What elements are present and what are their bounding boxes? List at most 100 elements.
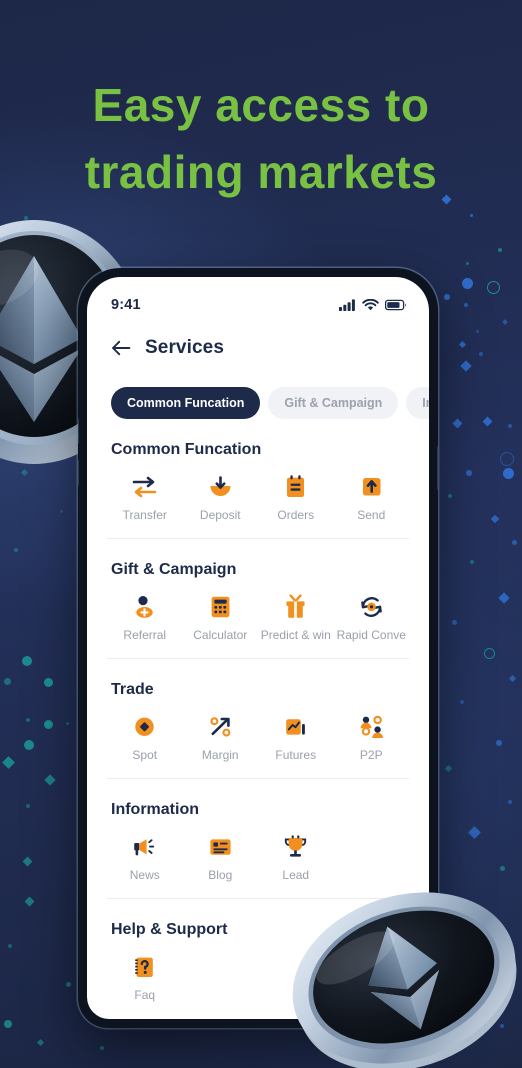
service-item-predict-win[interactable]: Predict & win (258, 593, 334, 642)
service-item-label: Deposit (199, 508, 241, 522)
decorative-dot (36, 1038, 45, 1047)
rapid-convert-icon (358, 593, 385, 621)
decorative-dot (466, 470, 472, 476)
service-item-margin[interactable]: Margin (183, 713, 259, 762)
decorative-dot (8, 944, 12, 948)
tab-gift-campaign[interactable]: Gift & Campaign (268, 387, 399, 419)
service-item-rapid-conve[interactable]: Rapid Conve (334, 593, 410, 642)
headline-line-1: Easy access to (92, 79, 430, 131)
decorative-dot (4, 678, 11, 685)
decorative-dot (444, 764, 453, 773)
decorative-dot (470, 560, 474, 564)
decorative-dot (66, 982, 71, 987)
deposit-icon (207, 473, 234, 501)
service-item-label: Spot (132, 748, 158, 762)
decorative-dot (498, 592, 510, 604)
service-item-deposit[interactable]: Deposit (183, 473, 259, 522)
service-grid: Spot Margin Futures P2P (107, 699, 409, 778)
send-icon (358, 473, 385, 501)
decorative-dot (458, 340, 467, 349)
decorative-dot (476, 330, 479, 333)
phone-power-button[interactable] (437, 446, 438, 490)
decorative-dot (503, 468, 514, 479)
service-item-faq[interactable]: Faq (107, 953, 183, 1002)
p2p-icon (358, 713, 385, 741)
decorative-dot (462, 278, 473, 289)
service-item-lead[interactable]: Lead (258, 833, 334, 882)
service-item-label: Transfer (122, 508, 167, 522)
decorative-dot (4, 1020, 12, 1028)
service-item-futures[interactable]: Futures (258, 713, 334, 762)
promo-headline: Easy access to trading markets (0, 72, 522, 206)
service-item-label: Blog (208, 868, 233, 882)
decorative-dot (464, 303, 468, 307)
decorative-dot (496, 740, 502, 746)
service-item-label: Predict & win (260, 628, 331, 642)
service-item-label: Faq (134, 988, 156, 1002)
service-item-orders[interactable]: Orders (258, 473, 334, 522)
service-item-label: Calculator (193, 628, 248, 642)
referral-icon (131, 593, 158, 621)
decorative-dot (500, 866, 505, 871)
page-header: Services (87, 323, 429, 365)
service-item-calculator[interactable]: Calculator (183, 593, 259, 642)
phone-volume-down-button[interactable] (78, 460, 79, 486)
decorative-dot (508, 424, 512, 428)
decorative-dot (14, 548, 18, 552)
tab-common-funcation[interactable]: Common Funcation (111, 387, 261, 419)
decorative-dot (508, 800, 512, 804)
decorative-dot (500, 452, 514, 466)
section-title: Information (111, 801, 199, 818)
service-item-transfer[interactable]: Transfer (107, 473, 183, 522)
decorative-dot (468, 826, 481, 839)
decorative-dot (22, 856, 33, 867)
decorative-dot (490, 514, 500, 524)
decorative-dot (452, 418, 463, 429)
decorative-dot (66, 722, 69, 725)
news-icon (131, 833, 158, 861)
decorative-dot (444, 294, 450, 300)
decorative-dot (26, 718, 30, 722)
decorative-dot (460, 360, 472, 372)
wifi-icon (362, 299, 379, 311)
service-item-label: Futures (275, 748, 317, 762)
section-common-funcation: Common Funcation Transfer Deposit Orders Sen… (87, 419, 429, 538)
decorative-dot (22, 656, 32, 666)
decorative-dot (44, 720, 53, 729)
service-item-label: Margin (201, 748, 239, 762)
tab-bar[interactable]: Common FuncationGift & Campaign Informa (87, 365, 429, 419)
decorative-dot (479, 352, 483, 356)
decorative-dot (20, 468, 29, 477)
back-arrow-icon[interactable] (111, 340, 131, 356)
phone-volume-up-button[interactable] (78, 418, 79, 444)
service-item-spot[interactable]: Spot (107, 713, 183, 762)
service-item-send[interactable]: Send (334, 473, 410, 522)
decorative-dot (26, 804, 30, 808)
calculator-icon (207, 593, 234, 621)
decorative-dot (60, 510, 63, 513)
service-item-news[interactable]: News (107, 833, 183, 882)
decorative-dot (24, 896, 35, 907)
decorative-dot (2, 756, 15, 769)
blog-icon (207, 833, 234, 861)
ethereum-coin-bottom-right (288, 878, 520, 1068)
headline-line-2: trading markets (84, 146, 438, 198)
service-item-blog[interactable]: Blog (183, 833, 259, 882)
service-item-p2p[interactable]: P2P (334, 713, 410, 762)
decorative-dot (508, 674, 517, 683)
leaderboard-icon (282, 833, 309, 861)
section-title: Common Funcation (111, 441, 262, 458)
futures-icon (282, 713, 309, 741)
service-grid: Transfer Deposit Orders Send (107, 459, 409, 538)
transfer-icon (131, 473, 158, 501)
tab-informa[interactable]: Informa (406, 387, 429, 419)
section-gift-campaign: Gift & Campaign Referral Calculator Predict… (87, 539, 429, 658)
decorative-dot (502, 319, 508, 325)
decorative-dot (487, 281, 500, 294)
decorative-dot (482, 416, 493, 427)
service-item-referral[interactable]: Referral (107, 593, 183, 642)
service-item-label: Rapid Conve (336, 628, 406, 642)
decorative-dot (470, 214, 473, 217)
decorative-dot (498, 248, 502, 252)
service-grid: Referral Calculator Predict & win Rapid Con… (107, 579, 409, 658)
